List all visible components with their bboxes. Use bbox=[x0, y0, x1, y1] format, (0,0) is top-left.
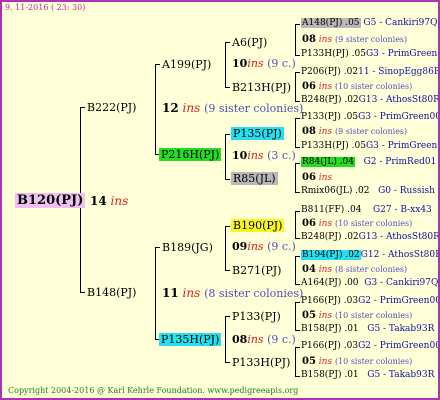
g4-top-6[interactable]: B194(PJ) .02G12 - AthosSt80R bbox=[301, 250, 438, 260]
g3-colony-8[interactable]: P133H(PJ) bbox=[232, 357, 290, 368]
g4-gen-8: 05 ins (10 sister colonies) bbox=[302, 356, 413, 367]
g3-colony-1[interactable]: A6(PJ) bbox=[232, 37, 267, 48]
footer-copyright: Copyright 2004-2016 @ Karl Kehrle Founda… bbox=[8, 386, 299, 395]
g4-bottom-1[interactable]: P133H(PJ) .05G3 - PrimGreen00 bbox=[301, 50, 438, 59]
root-colony[interactable]: B120(PJ) bbox=[15, 193, 86, 208]
g4-bottom-7[interactable]: B158(PJ) .01 G5 - Takab93R bbox=[301, 325, 434, 334]
g3-colony-3[interactable]: P135(PJ) bbox=[231, 127, 284, 140]
g2-colony-1[interactable]: A199(PJ) bbox=[162, 59, 211, 70]
g4-top-1[interactable]: A148(PJ) .05 G5 - Cankiri97Q bbox=[301, 18, 438, 28]
g2-generation-2: 10ins (3 c.) bbox=[232, 149, 296, 162]
g2-generation-3: 09ins (9 c.) bbox=[232, 240, 296, 253]
pedigree-frame: 9. 11-2016 ( 23: 30) B120(PJ) 14 ins B22… bbox=[0, 0, 440, 400]
dam-generation: 11 ins (8 sister colonies) bbox=[162, 286, 304, 300]
sire-generation: 12 ins (9 sister colonies) bbox=[162, 101, 304, 115]
g4-top-3[interactable]: P133(PJ) .05G3 - PrimGreen00 bbox=[301, 113, 438, 122]
g4-gen-2: 06 ins (10 sister colonies) bbox=[302, 81, 413, 92]
g4-gen-6: 04 ins (8 sister colonies) bbox=[302, 264, 408, 275]
g4-gen-7: 05 ins (10 sister colonies) bbox=[302, 310, 413, 321]
g4-top-5[interactable]: B811(FF) .04 G27 - B-xx43 bbox=[301, 206, 432, 215]
g3-colony-4[interactable]: R85(JL) bbox=[231, 172, 278, 185]
dam-colony[interactable]: B148(PJ) bbox=[87, 287, 136, 298]
root-generation: 14 ins bbox=[90, 194, 129, 208]
g3-colony-2[interactable]: B213H(PJ) bbox=[232, 82, 291, 93]
g4-bottom-4[interactable]: Rmix06(JL) .02 G0 - Russish bbox=[301, 187, 435, 196]
g4-gen-1: 08 ins (9 sister colonies) bbox=[302, 34, 408, 45]
g4-gen-5: 06 ins (10 sister colonies) bbox=[302, 218, 413, 229]
g4-bottom-3[interactable]: P133H(PJ) .05G3 - PrimGreen00 bbox=[301, 142, 438, 151]
g4-bottom-8[interactable]: B158(PJ) .01 G5 - Takab93R bbox=[301, 371, 434, 380]
g2-generation-4: 08ins (9 c.) bbox=[232, 333, 296, 346]
g4-top-8[interactable]: P166(PJ) .03G2 - PrimGreen00 bbox=[301, 342, 438, 351]
g3-colony-7[interactable]: P133(PJ) bbox=[232, 311, 281, 322]
g4-gen-4: 06 ins bbox=[302, 172, 333, 183]
g2-colony-4[interactable]: P135H(PJ) bbox=[159, 333, 222, 346]
g4-bottom-6[interactable]: A164(PJ) .00 G3 - Cankiri97Q bbox=[301, 279, 438, 288]
g2-colony-2[interactable]: P216H(PJ) bbox=[159, 148, 222, 161]
sire-colony[interactable]: B222(PJ) bbox=[87, 102, 136, 113]
g4-bottom-5[interactable]: B248(PJ) .02G13 - AthosSt80R bbox=[301, 233, 438, 242]
g4-top-7[interactable]: P166(PJ) .03G2 - PrimGreen00 bbox=[301, 297, 438, 306]
header-date: 9. 11-2016 ( 23: 30) bbox=[5, 3, 86, 12]
g2-colony-3[interactable]: B189(JG) bbox=[162, 242, 213, 253]
g2-generation-1: 10ins (9 c.) bbox=[232, 57, 296, 70]
g3-colony-5[interactable]: B190(PJ) bbox=[231, 219, 285, 232]
g4-top-2[interactable]: P206(PJ) .0211 - SinopEgg86R bbox=[301, 68, 438, 77]
g4-gen-3: 08 ins (9 sister colonies) bbox=[302, 126, 408, 137]
g4-top-4[interactable]: R84(JL) .04 G2 - PrimRed01 bbox=[301, 157, 436, 167]
g4-bottom-2[interactable]: B248(PJ) .02G13 - AthosSt80R bbox=[301, 96, 438, 105]
g3-colony-6[interactable]: B271(PJ) bbox=[232, 265, 281, 276]
